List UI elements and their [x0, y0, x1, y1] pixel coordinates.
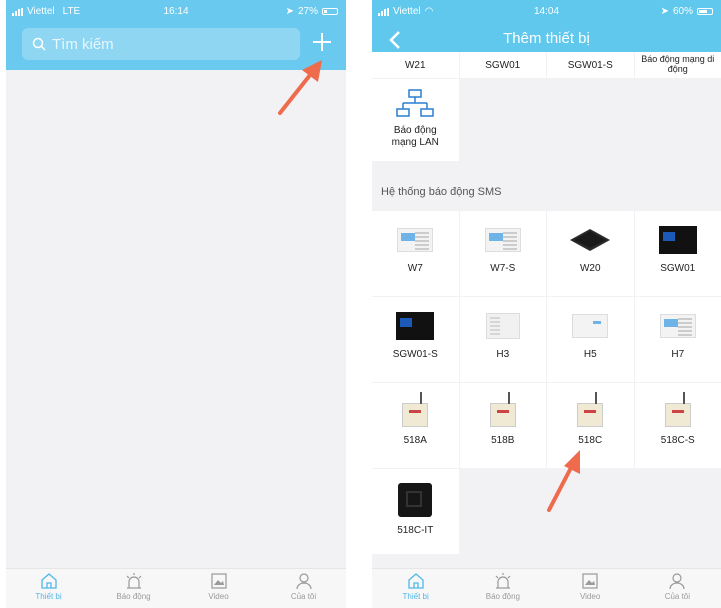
black-box-icon — [393, 483, 437, 517]
home-icon — [407, 573, 424, 589]
status-bar: Viettel ◠ 14:04 ➤ 60% — [372, 0, 721, 22]
tab-devices[interactable]: Thiết bị — [6, 569, 91, 608]
section-header-sms: Hệ thống báo động SMS — [381, 186, 502, 198]
location-icon: ➤ — [660, 6, 669, 17]
device-w21[interactable]: W21 — [372, 52, 459, 78]
bottom-tab-bar: Thiết bị Báo động Video Của tôi — [372, 568, 721, 608]
page-title: Thêm thiết bị — [503, 30, 590, 47]
device-sgw01[interactable]: SGW01 — [459, 52, 546, 78]
dark-panel-icon — [393, 311, 437, 341]
device-sgw01-s-b[interactable]: SGW01-S — [372, 297, 459, 382]
tab-alarm[interactable]: Báo động — [459, 569, 546, 608]
search-icon — [32, 37, 46, 51]
device-row: SGW01-S H3 H5 H7 — [372, 297, 721, 382]
status-bar: Viettel LTE 16:14 ➤ 27% — [6, 0, 346, 22]
device-lan-alarm[interactable]: Báo động mạng LAN — [372, 79, 459, 161]
alarm-icon — [495, 573, 511, 589]
keypad-icon — [568, 311, 612, 341]
device-sgw01-b[interactable]: SGW01 — [634, 211, 721, 296]
right-phone-screen: Viettel ◠ 14:04 ➤ 60% Thêm thiết bị W21 … — [372, 0, 721, 608]
alarm-panel-icon — [393, 225, 437, 255]
pointer-arrow-icon — [547, 450, 580, 512]
device-sgw01-s[interactable]: SGW01-S — [547, 52, 634, 78]
battery-percent: 27% — [297, 6, 318, 17]
video-icon — [210, 573, 227, 589]
tab-video[interactable]: Video — [176, 569, 261, 608]
device-w20[interactable]: W20 — [547, 211, 634, 296]
alarm-panel-icon — [481, 225, 525, 255]
keypad-icon — [481, 311, 525, 341]
device-row: W7 W7-S W20 SGW01 — [372, 211, 721, 296]
battery-percent: 60% — [672, 6, 693, 17]
device-w7[interactable]: W7 — [372, 211, 459, 296]
user-icon — [295, 573, 312, 590]
left-phone-screen: Viettel LTE 16:14 ➤ 27% Tìm kiếm Thiết b… — [6, 0, 346, 608]
device-mobile-network-alarm[interactable]: Báo động mạng di động — [634, 52, 721, 78]
bottom-tab-bar: Thiết bị Báo động Video Của tôi — [6, 568, 346, 608]
device-h5[interactable]: H5 — [547, 297, 634, 382]
antenna-box-icon — [568, 392, 612, 427]
tab-profile[interactable]: Của tôi — [634, 569, 721, 608]
device-518a[interactable]: 518A — [372, 383, 459, 468]
alarm-icon — [126, 573, 141, 589]
search-input[interactable]: Tìm kiếm — [22, 28, 300, 60]
device-h3[interactable]: H3 — [459, 297, 546, 382]
device-w7-s[interactable]: W7-S — [459, 211, 546, 296]
antenna-box-icon — [481, 392, 525, 427]
search-placeholder: Tìm kiếm — [52, 35, 114, 53]
location-icon: ➤ — [285, 6, 294, 17]
device-518c-it[interactable]: 518C-IT — [372, 469, 459, 554]
top-device-row: W21 SGW01 SGW01-S Báo động mạng di động — [372, 52, 721, 78]
tab-profile[interactable]: Của tôi — [261, 569, 346, 608]
device-518b[interactable]: 518B — [459, 383, 546, 468]
user-icon — [669, 573, 685, 590]
pointer-arrow-icon — [278, 60, 322, 115]
tab-devices[interactable]: Thiết bị — [372, 569, 459, 608]
hub-icon — [570, 229, 611, 251]
video-icon — [582, 573, 598, 589]
antenna-box-icon — [393, 392, 437, 427]
home-icon — [40, 573, 57, 589]
device-h7[interactable]: H7 — [634, 297, 721, 382]
antenna-box-icon — [656, 392, 700, 427]
battery-icon — [322, 8, 338, 15]
dark-panel-icon — [656, 225, 700, 255]
device-518c-s[interactable]: 518C-S — [634, 383, 721, 468]
tab-alarm[interactable]: Báo động — [91, 569, 176, 608]
battery-icon — [697, 8, 713, 15]
add-device-button[interactable] — [310, 30, 334, 54]
alarm-panel-icon — [656, 311, 700, 341]
network-icon — [396, 89, 434, 117]
tab-video[interactable]: Video — [547, 569, 634, 608]
